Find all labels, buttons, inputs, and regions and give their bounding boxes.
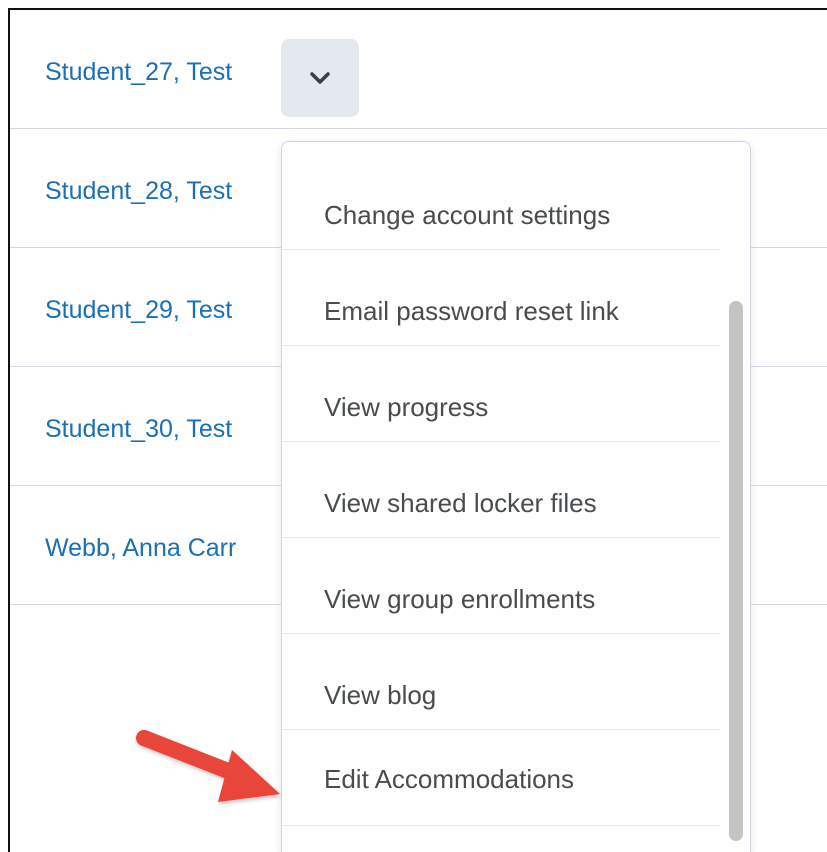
menu-item-label: Change account settings <box>324 200 611 230</box>
screenshot-frame: Student_27, Test Student_28, Test Studen… <box>8 8 827 852</box>
student-link[interactable]: Student_30, Test <box>45 415 232 444</box>
menu-item-view-group-enrollments[interactable]: View group enrollments <box>282 538 720 634</box>
menu-item-edit-accommodations[interactable]: Edit Accommodations <box>282 730 720 826</box>
menu-item-label: View blog <box>324 680 437 710</box>
menu-scrollbar-thumb[interactable] <box>729 301 743 841</box>
menu-item-email-password-reset[interactable]: Email password reset link <box>282 250 720 346</box>
menu-item-label: View shared locker files <box>324 488 597 518</box>
student-link[interactable]: Student_27, Test <box>45 58 232 87</box>
menu-item-view-shared-locker-files[interactable]: View shared locker files <box>282 442 720 538</box>
menu-item-view-progress[interactable]: View progress <box>282 346 720 442</box>
red-arrow-icon <box>136 730 280 802</box>
chevron-down-icon <box>310 72 330 84</box>
table-row: Student_27, Test <box>10 10 827 129</box>
menu-item-change-account-settings[interactable]: Change account settings <box>282 154 720 250</box>
student-link[interactable]: Webb, Anna Carr <box>45 534 236 563</box>
menu-item-label: View group enrollments <box>324 584 596 614</box>
menu-item-view-blog[interactable]: View blog <box>282 634 720 730</box>
menu-item-label: View progress <box>324 392 489 422</box>
student-link[interactable]: Student_28, Test <box>45 177 232 206</box>
student-link[interactable]: Student_29, Test <box>45 296 232 325</box>
context-menu-button[interactable] <box>281 39 359 117</box>
menu-item-label: Email password reset link <box>324 296 619 326</box>
context-menu: Change account settings Email password r… <box>281 141 751 852</box>
menu-item-label: Edit Accommodations <box>324 764 575 794</box>
